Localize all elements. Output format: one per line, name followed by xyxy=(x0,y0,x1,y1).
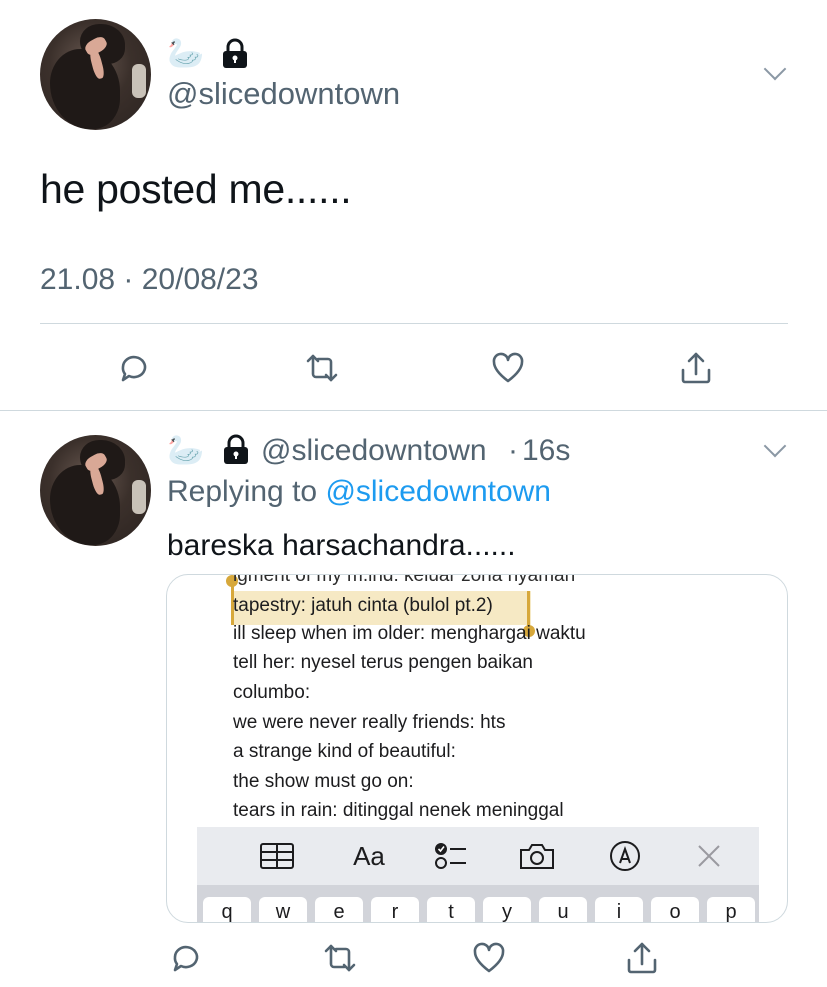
attached-image[interactable]: igment of my m.ind: keluar zona nyaman t… xyxy=(166,574,788,923)
key: r xyxy=(371,897,419,922)
like-icon[interactable] xyxy=(486,346,530,390)
format-icon: Aa xyxy=(353,840,385,871)
reply-icon[interactable] xyxy=(112,346,156,390)
close-icon xyxy=(691,839,727,873)
note-line: tell her: nyesel terus pengen baikan xyxy=(233,652,533,673)
note-line: igment of my m.ind: keluar zona nyaman xyxy=(233,574,576,586)
reply-icon[interactable] xyxy=(164,936,208,980)
chevron-down-icon[interactable] xyxy=(763,434,787,458)
lock-icon xyxy=(221,434,251,466)
note-line: the show must go on: xyxy=(233,771,414,792)
key: o xyxy=(651,897,699,922)
note-line: tapestry: jatuh cinta (bulol pt.2) xyxy=(233,595,493,616)
note-line: tears in rain: ditinggal nenek meninggal xyxy=(233,800,564,821)
avatar[interactable] xyxy=(40,19,151,130)
swan-emoji: 🦢 xyxy=(167,36,205,71)
key: i xyxy=(595,897,643,922)
chevron-down-icon[interactable] xyxy=(763,57,787,81)
note-line: columbo: xyxy=(233,682,311,703)
tweet-text: bareska harsachandra...... xyxy=(167,529,516,562)
time-separator: · xyxy=(508,434,518,467)
note-line: ill sleep when im older: menghargai wakt… xyxy=(233,623,586,644)
key: w xyxy=(259,897,307,922)
note-line: a strange kind of beautiful: xyxy=(233,741,456,762)
key: e xyxy=(315,897,363,922)
swan-emoji: 🦢 xyxy=(167,433,205,468)
camera-icon xyxy=(519,839,555,873)
key: y xyxy=(483,897,531,922)
like-icon[interactable] xyxy=(467,936,511,980)
divider xyxy=(40,323,788,324)
user-handle[interactable]: @slicedowntown xyxy=(261,434,487,468)
divider xyxy=(0,410,827,411)
key: p xyxy=(707,897,755,922)
keyboard-toolbar: Aa xyxy=(197,827,759,885)
replying-prefix: Replying to xyxy=(167,475,318,508)
replying-handle-link[interactable]: @slicedowntown xyxy=(325,475,551,508)
tweet-time[interactable]: 16s xyxy=(522,434,570,468)
keyboard: q w e r t y u i o p xyxy=(197,885,759,922)
key: q xyxy=(203,897,251,922)
share-icon[interactable] xyxy=(674,346,718,390)
tweet-text: he posted me...... xyxy=(40,166,352,212)
key: u xyxy=(539,897,587,922)
replying-to: Replying to @slicedowntown xyxy=(167,475,551,509)
checklist-icon xyxy=(433,839,469,873)
note-line: we were never really friends: hts xyxy=(233,712,506,733)
lock-icon xyxy=(220,38,250,70)
table-icon xyxy=(259,839,295,873)
avatar[interactable] xyxy=(40,435,151,546)
user-handle[interactable]: @slicedowntown xyxy=(167,76,400,112)
retweet-icon[interactable] xyxy=(318,936,362,980)
share-icon[interactable] xyxy=(620,936,664,980)
key: t xyxy=(427,897,475,922)
tweet-timestamp[interactable]: 21.08 · 20/08/23 xyxy=(40,263,259,297)
markup-icon xyxy=(607,839,643,873)
retweet-icon[interactable] xyxy=(300,346,344,390)
